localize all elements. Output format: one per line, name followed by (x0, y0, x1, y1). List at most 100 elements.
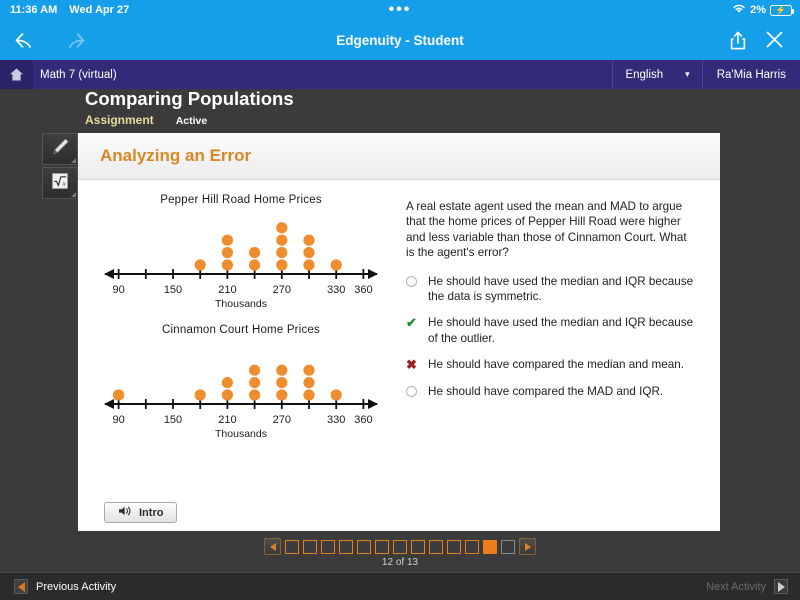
pager-prev-icon[interactable] (264, 538, 281, 555)
answer-choice-label: He should have used the median and IQR b… (428, 274, 694, 304)
audio-controls: Intro (104, 502, 178, 523)
dot-plot-xlabel: Thousands (215, 428, 267, 440)
forward-arrow-icon[interactable] (63, 30, 86, 51)
intro-audio-label: Intro (139, 506, 164, 519)
pagination-row (264, 538, 536, 555)
triangle-right-icon (524, 542, 531, 551)
tool-rail: x (42, 133, 78, 201)
app-root: 11:36 AM Wed Apr 27 ••• 2% ⚡ Edgenuity -… (0, 0, 800, 600)
answer-choice[interactable]: ✖ He should have compared the median and … (406, 357, 696, 372)
card-body: Pepper Hill Road Home Prices 90 150 210 270… (78, 180, 720, 454)
pagination-box[interactable] (429, 539, 443, 554)
question-text: A real estate agent used the mean and MA… (406, 200, 687, 260)
svg-text:210: 210 (218, 284, 236, 296)
intro-audio-button[interactable]: Intro (104, 502, 178, 523)
highlighter-tool[interactable] (42, 133, 78, 165)
pagination-boxes (285, 539, 515, 554)
square-root-icon: x (49, 170, 71, 197)
dot-plot-svg: 90 150 210 270 330 360 (104, 364, 378, 426)
dot-plot-title: Cinnamon Court Home Prices (162, 324, 320, 336)
dot-plot-xlabel: Thousands (215, 298, 267, 310)
next-activity-label: Next Activity (706, 580, 766, 593)
user-name[interactable]: Ra'Mia Harris (703, 69, 800, 81)
svg-text:360: 360 (354, 284, 372, 296)
svg-text:270: 270 (273, 284, 291, 296)
battery-icon: ⚡ (770, 4, 795, 16)
pagination-box[interactable] (339, 539, 353, 554)
pagination-box[interactable] (483, 539, 497, 554)
language-selector[interactable]: English ▾ (612, 60, 703, 89)
correct-check-icon: ✔ (406, 315, 417, 331)
dot-plot-pepper-hill: Pepper Hill Road Home Prices 90 150 210 270… (86, 194, 396, 310)
charging-bolt-icon: ⚡ (775, 4, 787, 15)
calculator-tool[interactable]: x (42, 167, 78, 199)
pagination-box[interactable] (285, 539, 299, 554)
lesson-subheader: Assignment Active (85, 113, 207, 127)
svg-text:90: 90 (112, 284, 124, 296)
answer-choice-marker: ✔ (406, 315, 428, 346)
answer-choice-label: He should have compared the MAD and IQR. (428, 384, 664, 398)
triangle-left-icon (269, 542, 276, 551)
svg-text:150: 150 (164, 284, 182, 296)
card-header: Analyzing an Error (78, 133, 720, 180)
previous-activity-button[interactable]: Previous Activity (0, 579, 116, 594)
pagination-box[interactable] (465, 539, 479, 554)
answer-choice-label: He should have used the median and IQR b… (428, 316, 694, 345)
speaker-icon (118, 505, 132, 520)
answer-choice[interactable]: He should have used the median and IQR b… (406, 274, 696, 305)
pagination-box[interactable] (411, 539, 425, 554)
pagination-box[interactable] (501, 539, 515, 554)
previous-activity-label: Previous Activity (36, 580, 117, 593)
answer-choice[interactable]: He should have compared the MAD and IQR. (406, 384, 696, 399)
back-arrow-icon[interactable] (14, 30, 37, 51)
answer-choice-marker (406, 384, 428, 399)
incorrect-cross-icon: ✖ (406, 357, 417, 373)
language-label: English (625, 68, 664, 81)
pagination-box[interactable] (375, 539, 389, 554)
answer-choice-marker (406, 274, 428, 305)
question-column: A real estate agent used the mean and MA… (396, 194, 714, 454)
answer-choice[interactable]: ✔ He should have used the median and IQR … (406, 315, 696, 346)
answer-choices: He should have used the median and IQR b… (406, 274, 696, 399)
dot-plot-svg: 90 150 210 270 330 360 (104, 222, 378, 296)
pagination-box[interactable] (447, 539, 461, 554)
svg-text:330: 330 (327, 414, 345, 426)
pager-next-icon[interactable] (519, 538, 536, 555)
chevron-down-icon: ▾ (685, 69, 690, 79)
radio-button[interactable] (406, 275, 417, 287)
svg-text:360: 360 (354, 414, 372, 426)
radio-button[interactable] (406, 385, 417, 397)
svg-text:330: 330 (327, 284, 345, 296)
pencil-icon (49, 136, 71, 163)
dot-plot-cinnamon-court: Cinnamon Court Home Prices 90 150 210 270 33… (86, 324, 396, 440)
card-heading: Analyzing an Error (100, 146, 252, 165)
lesson-type-label: Assignment (85, 113, 154, 127)
triangle-right-icon (777, 581, 785, 592)
browser-page-title: Edgenuity - Student (336, 32, 464, 48)
ios-status-bar: 11:36 AM Wed Apr 27 ••• 2% ⚡ (0, 0, 800, 20)
next-activity-button[interactable]: Next Activity (706, 579, 800, 594)
home-icon[interactable] (0, 60, 33, 89)
slide-pagination: 12 of 13 (0, 538, 800, 568)
pagination-box[interactable] (303, 539, 317, 554)
activity-bar: Previous Activity Next Activity (0, 572, 800, 600)
pagination-box[interactable] (321, 539, 335, 554)
dot-plot-title: Pepper Hill Road Home Prices (160, 194, 322, 206)
course-nav-right: English ▾ Ra'Mia Harris (612, 60, 800, 89)
share-icon[interactable] (729, 30, 747, 51)
course-nav-bar: Math 7 (virtual) English ▾ Ra'Mia Harris (0, 60, 800, 89)
svg-text:x: x (62, 180, 66, 187)
answer-choice-marker: ✖ (406, 357, 428, 372)
pagination-box[interactable] (357, 539, 371, 554)
close-icon[interactable] (765, 30, 784, 51)
svg-text:210: 210 (218, 414, 236, 426)
pagination-box[interactable] (393, 539, 407, 554)
browser-nav-bar: Edgenuity - Student (0, 20, 800, 60)
answer-choice-label: He should have compared the median and m… (428, 358, 684, 372)
course-name[interactable]: Math 7 (virtual) (33, 69, 117, 81)
page-count-label: 12 of 13 (381, 557, 419, 568)
lesson-content-card: Analyzing an Error Pepper Hill Road Home… (78, 133, 720, 531)
next-activity-icon (774, 579, 788, 594)
browser-nav-right (729, 30, 800, 51)
dot-plots-column: Pepper Hill Road Home Prices 90 150 210 270… (78, 194, 396, 454)
